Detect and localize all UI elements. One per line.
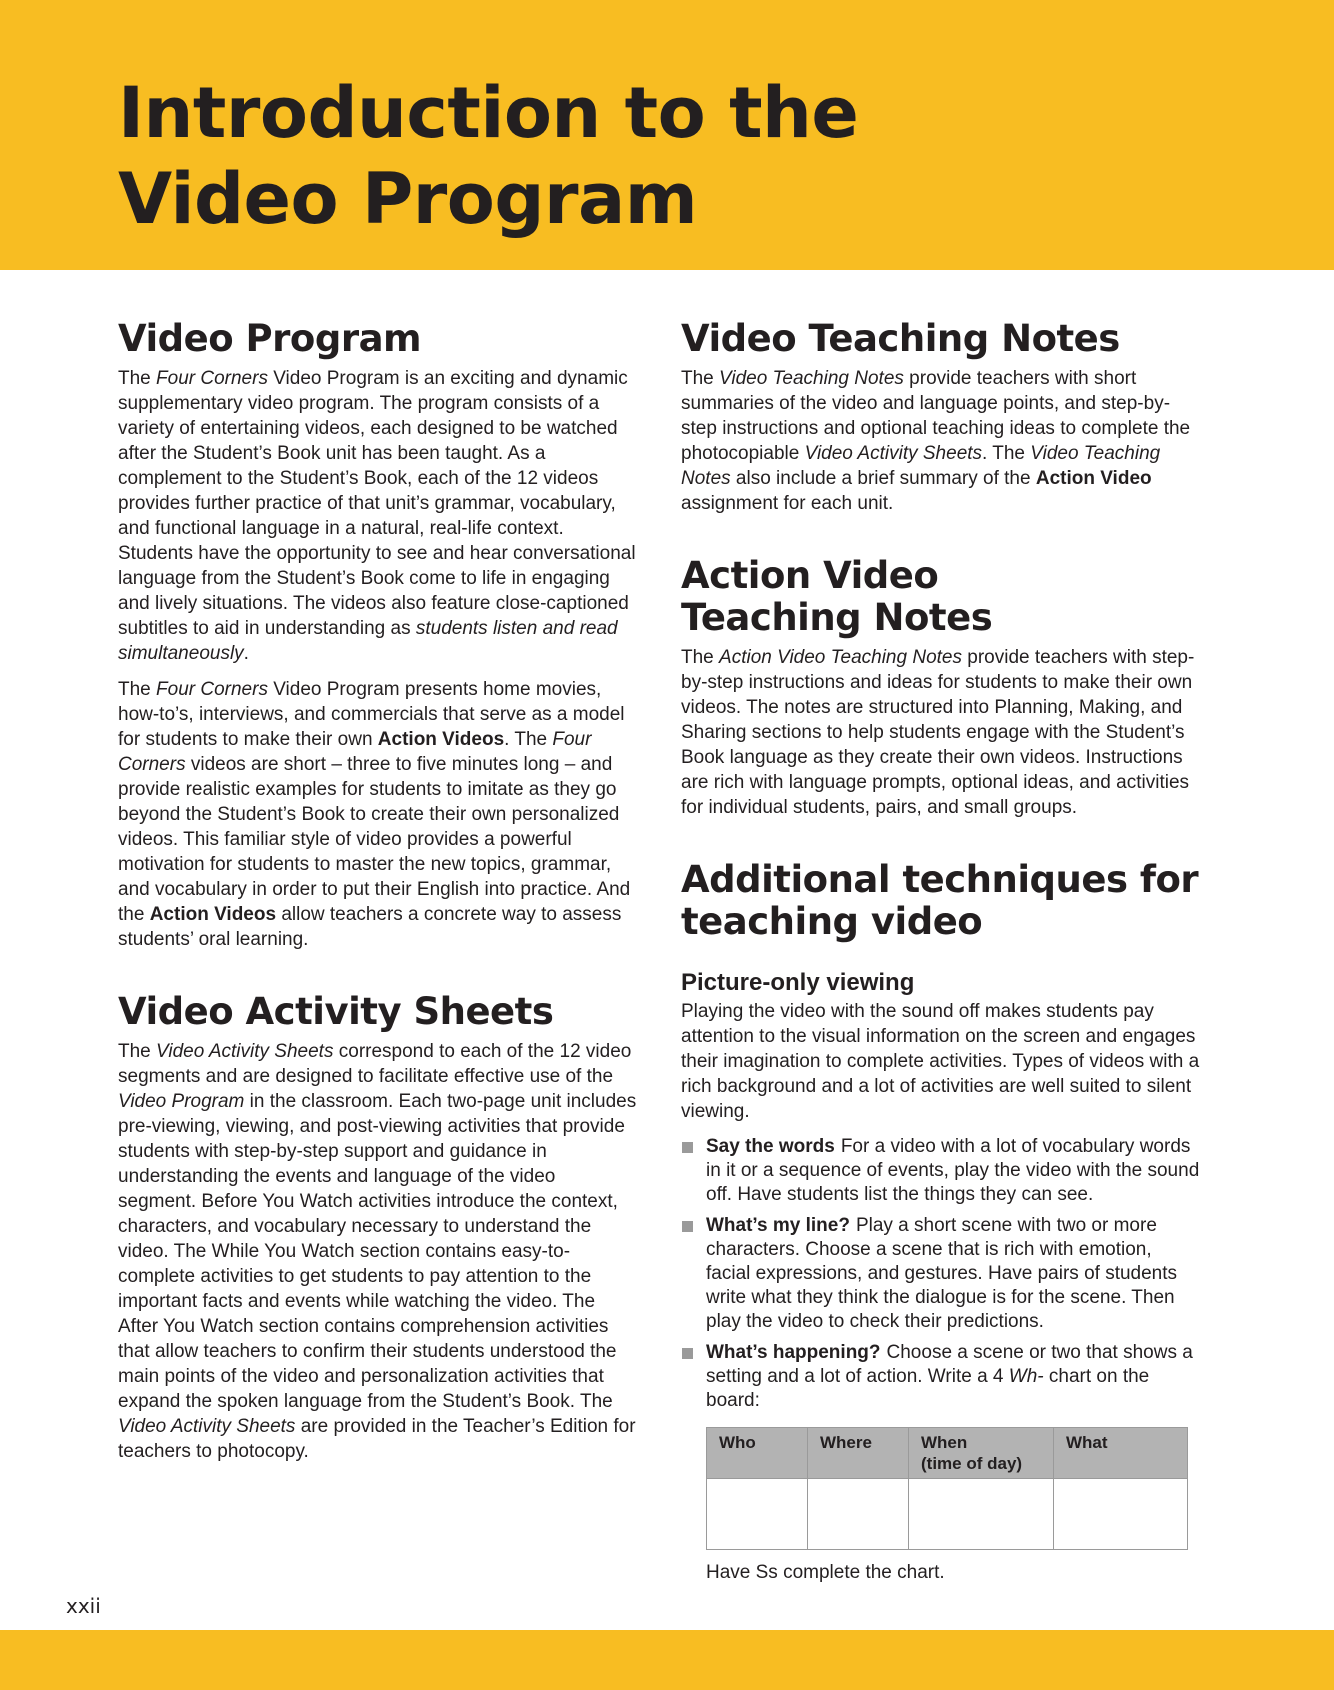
page-title-line1: Introduction to the: [118, 72, 859, 154]
video-program-heading: Video Program: [118, 317, 422, 360]
page-title-line2: Video Program: [118, 158, 698, 240]
wh-chart-empty-row: [706, 1478, 1188, 1550]
techniques-heading: Additional techniques for teaching video: [681, 859, 1201, 943]
action-notes-heading: Action Video Teaching Notes: [681, 555, 1201, 639]
action-notes-section: Action Video Teaching Notes The Action V…: [681, 555, 1201, 820]
techniques-section: Additional techniques for teaching video…: [681, 859, 1201, 1585]
video-program-paragraph-1: The Four Corners Video Program is an exc…: [118, 368, 636, 664]
left-column: Video Program The Four Corners Video Pro…: [118, 318, 638, 1475]
right-column: Video Teaching Notes The Video Teaching …: [681, 318, 1201, 1596]
chart-instruction: Have Ss complete the chart.: [706, 1562, 945, 1583]
technique-label: Say the words: [706, 1136, 835, 1157]
page-number: xxii: [66, 1594, 101, 1618]
wh-chart-header-when: When (time of day): [908, 1427, 1054, 1479]
activity-sheets-paragraph: The Video Activity Sheets correspond to …: [118, 1041, 637, 1462]
action-notes-paragraph: The Action Video Teaching Notes provide …: [681, 647, 1195, 818]
wh-chart-header-row: Who Where When (time of day) What: [706, 1427, 1188, 1479]
action-notes-heading-line2: Teaching Notes: [681, 596, 993, 639]
page-title: Introduction to the Video Program: [118, 70, 859, 242]
technique-label: What’s happening?: [706, 1342, 881, 1363]
techniques-heading-line1: Additional techniques for: [681, 858, 1199, 901]
video-program-paragraph-2: The Four Corners Video Program presents …: [118, 679, 631, 950]
wh-chart-cell: [706, 1478, 808, 1550]
wh-chart-header-where: Where: [807, 1427, 909, 1479]
wh-chart-cell: [1053, 1478, 1188, 1550]
square-bullet-icon: [682, 1142, 693, 1153]
video-program-section: Video Program The Four Corners Video Pro…: [118, 318, 638, 952]
wh-chart-header-who: Who: [706, 1427, 808, 1479]
footer-band: [0, 1630, 1334, 1690]
activity-sheets-section: Video Activity Sheets The Video Activity…: [118, 991, 638, 1464]
square-bullet-icon: [682, 1348, 693, 1359]
activity-sheets-heading: Video Activity Sheets: [118, 990, 554, 1033]
wh-chart-cell: [807, 1478, 909, 1550]
teaching-notes-heading: Video Teaching Notes: [681, 317, 1120, 360]
technique-item-say-the-words: Say the words For a video with a lot of v…: [681, 1135, 1201, 1207]
techniques-list: Say the words For a video with a lot of v…: [681, 1135, 1201, 1413]
technique-label: What’s my line?: [706, 1215, 850, 1236]
picture-only-subheading: Picture-only viewing: [681, 969, 915, 996]
picture-only-intro: Playing the video with the sound off mak…: [681, 1001, 1200, 1122]
square-bullet-icon: [682, 1221, 693, 1232]
teaching-notes-paragraph: The Video Teaching Notes provide teacher…: [681, 368, 1191, 514]
action-notes-heading-line1: Action Video: [681, 554, 939, 597]
teaching-notes-section: Video Teaching Notes The Video Teaching …: [681, 318, 1201, 516]
wh-chart-header-what: What: [1053, 1427, 1188, 1479]
wh-chart-cell: [908, 1478, 1054, 1550]
technique-item-whats-my-line: What’s my line? Play a short scene with t…: [681, 1214, 1201, 1334]
wh-chart-table: Who Where When (time of day) What: [706, 1427, 1188, 1550]
technique-item-whats-happening: What’s happening? Choose a scene or two t…: [681, 1341, 1201, 1413]
techniques-heading-line2: teaching video: [681, 900, 983, 943]
